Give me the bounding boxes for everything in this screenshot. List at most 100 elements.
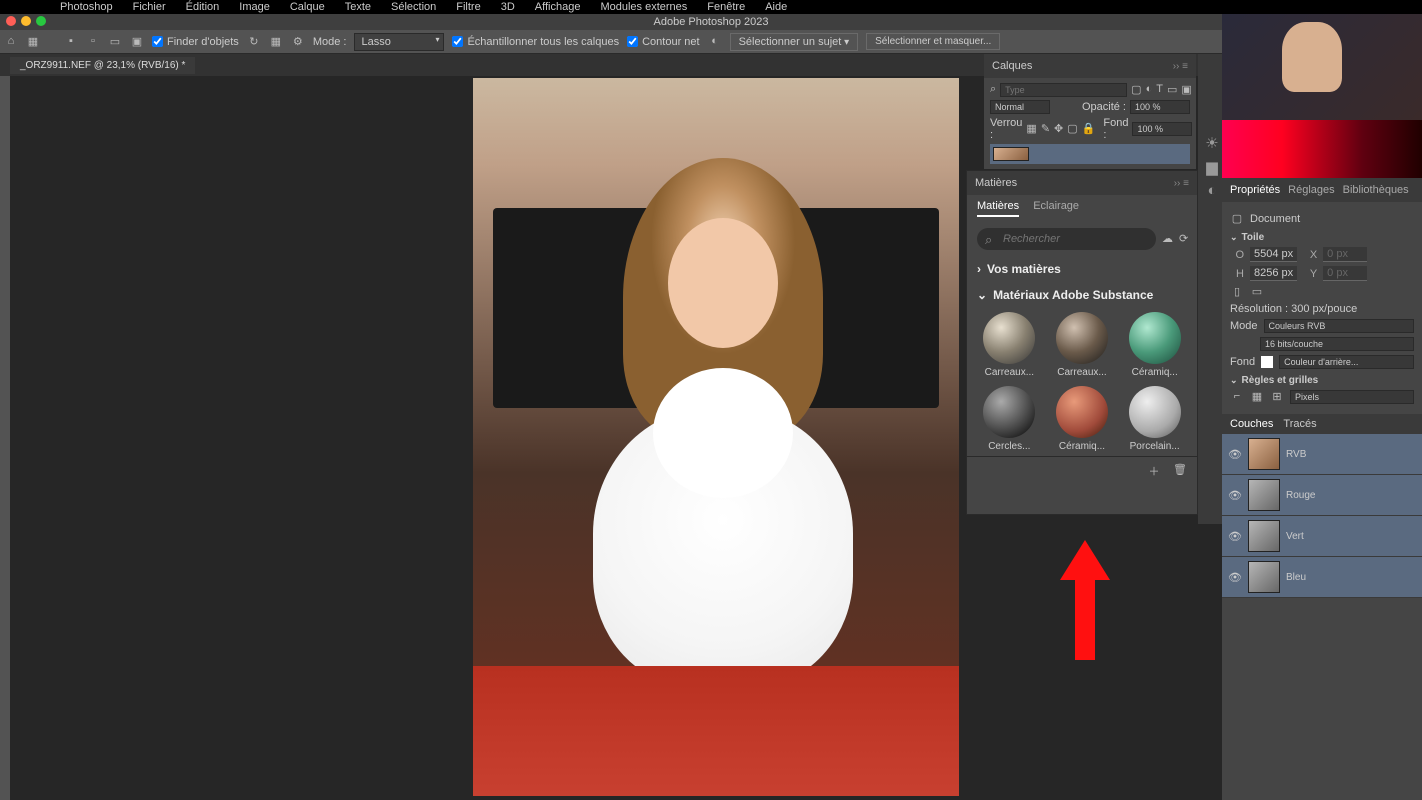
histogram-icon[interactable]: ▆ [1205, 158, 1219, 172]
layer-filter-input[interactable] [1000, 83, 1127, 97]
opacity-label: Opacité : [1082, 101, 1126, 113]
cloud-sync-icon[interactable]: ⟳ [1179, 232, 1188, 246]
new-selection-icon[interactable]: ▪ [64, 35, 78, 49]
adobe-materials-section[interactable]: Matériaux Adobe Substance [967, 282, 1197, 308]
layers-panel-header[interactable]: Calques›› ≡ [984, 54, 1196, 78]
home-icon[interactable]: ⌂ [4, 35, 18, 49]
your-materials-section[interactable]: Vos matières [967, 256, 1197, 282]
lock-transparent-icon[interactable]: ▦ [1026, 122, 1036, 136]
lock-pixels-icon[interactable]: ✎ [1041, 122, 1050, 136]
window-controls[interactable] [6, 16, 46, 26]
lock-position-icon[interactable]: ✥ [1054, 122, 1063, 136]
opacity-value[interactable]: 100 % [1130, 100, 1190, 114]
y-value[interactable]: 0 px [1323, 266, 1367, 281]
grid-icon[interactable]: ▦ [1250, 390, 1264, 404]
refresh-icon[interactable]: ↻ [247, 35, 261, 49]
lock-all-icon[interactable]: 🔒 [1082, 122, 1096, 136]
hard-edge-check[interactable]: Contour net [627, 36, 699, 48]
add-selection-icon[interactable]: ▫ [86, 35, 100, 49]
menu-item[interactable]: Édition [186, 1, 220, 13]
channel-row[interactable]: 👁Vert [1222, 516, 1422, 557]
add-material-icon[interactable]: ＋ [1147, 463, 1161, 477]
bg-swatch[interactable] [1261, 356, 1273, 368]
select-subject-button[interactable]: Sélectionner un sujet ▾ [730, 33, 859, 51]
materials-search-input[interactable] [977, 228, 1156, 250]
orient-landscape-icon[interactable]: ▭ [1250, 285, 1264, 299]
material-item[interactable]: Cercles... [977, 386, 1042, 452]
document-tab[interactable]: _ORZ9911.NEF @ 23,1% (RVB/16) * [10, 57, 195, 74]
channel-row[interactable]: 👁Rouge [1222, 475, 1422, 516]
fill-value[interactable]: 100 % [1132, 122, 1192, 136]
material-item[interactable]: Céramiq... [1050, 386, 1115, 452]
adjust-icon[interactable]: ◐ [1205, 182, 1219, 196]
bit-depth-dropdown[interactable]: 16 bits/couche [1260, 337, 1414, 351]
visibility-icon[interactable]: 👁 [1228, 448, 1242, 461]
canvas-section-header[interactable]: Toile [1230, 232, 1414, 243]
visibility-icon[interactable]: 👁 [1228, 571, 1242, 584]
color-picker[interactable] [1222, 120, 1422, 178]
brush-angle-icon[interactable]: ◐ [708, 35, 722, 49]
tab-channels[interactable]: Couches [1230, 418, 1273, 430]
menu-item[interactable]: Image [239, 1, 270, 13]
rulers-section-header[interactable]: Règles et grilles [1230, 375, 1414, 386]
filter-shape-icon[interactable]: ▭ [1167, 83, 1177, 97]
show-icon[interactable]: ▦ [269, 35, 283, 49]
visibility-icon[interactable]: 👁 [1228, 489, 1242, 502]
menu-item[interactable]: Photoshop [60, 1, 113, 13]
orient-portrait-icon[interactable]: ▯ [1230, 285, 1244, 299]
channel-row[interactable]: 👁Bleu [1222, 557, 1422, 598]
menu-item[interactable]: Filtre [456, 1, 480, 13]
lock-artboard-icon[interactable]: ▢ [1067, 122, 1077, 136]
window-titlebar: Adobe Photoshop 2023 [0, 14, 1422, 30]
select-and-mask-button[interactable]: Sélectionner et masquer... [866, 33, 1000, 50]
menu-item[interactable]: Texte [345, 1, 371, 13]
filter-smart-icon[interactable]: ▣ [1181, 83, 1191, 97]
materials-panel-header[interactable]: Matières›› ≡ [967, 171, 1197, 195]
trash-icon[interactable]: 🗑 [1173, 463, 1187, 477]
gear-icon[interactable]: ⚙ [291, 35, 305, 49]
mode-dropdown[interactable]: Lasso [354, 33, 444, 51]
filter-image-icon[interactable]: ▢ [1131, 83, 1141, 97]
intersect-selection-icon[interactable]: ▣ [130, 35, 144, 49]
height-value[interactable]: 8256 px [1250, 266, 1297, 281]
menu-item[interactable]: Calque [290, 1, 325, 13]
tab-lighting[interactable]: Eclairage [1033, 200, 1079, 217]
object-finder-check[interactable]: Finder d'objets [152, 36, 239, 48]
brightness-icon[interactable]: ☀ [1205, 134, 1219, 148]
ruler-units-dropdown[interactable]: Pixels [1290, 390, 1414, 404]
menu-item[interactable]: Aide [765, 1, 787, 13]
filter-adjust-icon[interactable]: ◐ [1146, 83, 1153, 97]
search-icon[interactable]: ⌕ [990, 83, 996, 97]
channel-row[interactable]: 👁RVB [1222, 434, 1422, 475]
material-item[interactable]: Carreaux... [977, 312, 1042, 378]
tab-properties[interactable]: Propriétés [1230, 182, 1280, 198]
guides-icon[interactable]: ⊞ [1270, 390, 1284, 404]
menu-item[interactable]: 3D [501, 1, 515, 13]
tab-paths[interactable]: Tracés [1283, 418, 1316, 430]
filter-text-icon[interactable]: T [1156, 83, 1163, 97]
tab-libraries[interactable]: Bibliothèques [1343, 182, 1409, 198]
sample-all-check[interactable]: Échantillonner tous les calques [452, 36, 619, 48]
menu-item[interactable]: Fenêtre [707, 1, 745, 13]
menu-item[interactable]: Affichage [535, 1, 581, 13]
menu-item[interactable]: Fichier [133, 1, 166, 13]
blend-mode-dropdown[interactable]: Normal [990, 100, 1050, 114]
ruler-icon[interactable]: ⌐ [1230, 390, 1244, 404]
material-item[interactable]: Porcelain... [1122, 386, 1187, 452]
x-value[interactable]: 0 px [1323, 247, 1367, 262]
tab-materials[interactable]: Matières [977, 200, 1019, 217]
tool-icon[interactable]: ▦ [26, 35, 40, 49]
visibility-icon[interactable]: 👁 [1228, 530, 1242, 543]
layer-thumbnail[interactable] [993, 147, 1029, 161]
subtract-selection-icon[interactable]: ▭ [108, 35, 122, 49]
background-dropdown[interactable]: Couleur d'arrière... [1279, 355, 1414, 369]
toolbar-strip[interactable] [0, 76, 10, 800]
menu-item[interactable]: Modules externes [600, 1, 687, 13]
width-value[interactable]: 5504 px [1250, 247, 1297, 262]
tab-adjustments[interactable]: Réglages [1288, 182, 1334, 198]
material-item[interactable]: Céramiq... [1122, 312, 1187, 378]
cloud-download-icon[interactable]: ☁ [1162, 232, 1173, 246]
material-item[interactable]: Carreaux... [1050, 312, 1115, 378]
menu-item[interactable]: Sélection [391, 1, 436, 13]
color-mode-dropdown[interactable]: Couleurs RVB [1264, 319, 1414, 333]
